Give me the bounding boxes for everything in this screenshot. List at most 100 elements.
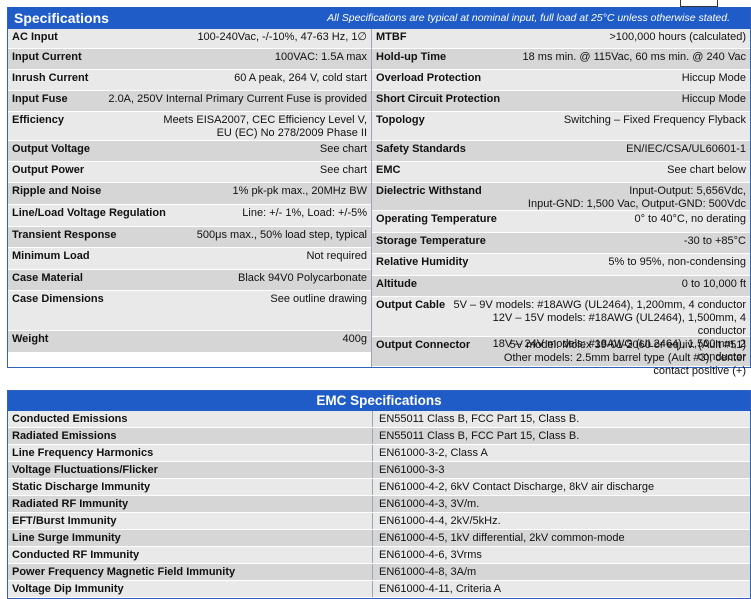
specifications-title: Specifications xyxy=(14,10,109,26)
emc-specifications-table: EMC Specifications Conducted Emissions EN… xyxy=(7,390,751,599)
emc-label: Conducted Emissions xyxy=(8,411,373,427)
spec-value: 1% pk-pk max., 20MHz BW xyxy=(232,185,368,197)
emc-value: EN61000-3-3 xyxy=(379,464,445,476)
spec-label: Storage Temperature xyxy=(376,235,486,247)
spec-row: Input Current 100VAC: 1.5A max xyxy=(8,49,372,70)
page-tab-notch xyxy=(680,0,718,7)
spec-label: Case Material xyxy=(12,272,83,284)
emc-label: Line Surge Immunity xyxy=(8,530,373,546)
spec-label: Line/Load Voltage Regulation xyxy=(12,207,166,219)
emc-label: Voltage Fluctuations/Flicker xyxy=(8,462,373,478)
emc-row: Radiated Emissions EN55011 Class B, FCC P… xyxy=(8,428,750,445)
emc-row: Radiated RF Immunity EN61000-4-3, 3V/m. xyxy=(8,496,750,513)
spec-label: Relative Humidity xyxy=(376,256,469,268)
specifications-left-column: AC Input 100-240Vac, -/-10%, 47-63 Hz, 1∅… xyxy=(8,29,373,367)
emc-value: EN61000-4-3, 3V/m. xyxy=(379,498,480,510)
spec-value: 5V model: Molex 39-01-2060 or equiv. (Au… xyxy=(503,339,746,377)
spec-value: 18 ms min. @ 115Vac, 60 ms min. @ 240 Va… xyxy=(522,51,746,63)
spec-label: Output Cable xyxy=(376,299,446,311)
spec-label: Transient Response xyxy=(12,229,117,241)
spec-row: Inrush Current 60 A peak, 264 V, cold sta… xyxy=(8,70,372,91)
spec-row: Operating Temperature 0° to 40°C, no dera… xyxy=(372,211,750,233)
spec-value: 400g xyxy=(342,333,368,345)
spec-value: 500μs max., 50% load step, typical xyxy=(196,229,368,241)
emc-row: Line Surge Immunity EN61000-4-5, 1kV diff… xyxy=(8,530,750,547)
emc-header: EMC Specifications xyxy=(8,391,750,411)
spec-value: Hiccup Mode xyxy=(681,72,746,84)
emc-label: Static Discharge Immunity xyxy=(8,479,373,495)
spec-row: Output Connector 5V model: Molex 39-01-20… xyxy=(372,337,750,377)
emc-label: Line Frequency Harmonics xyxy=(8,445,373,461)
spec-row: Overload Protection Hiccup Mode xyxy=(372,70,750,91)
spec-value: See chart below xyxy=(667,164,746,176)
emc-value: EN61000-4-11, Criteria A xyxy=(379,583,502,595)
specifications-grid: AC Input 100-240Vac, -/-10%, 47-63 Hz, 1∅… xyxy=(8,29,750,377)
spec-label: AC Input xyxy=(12,31,58,43)
emc-row: Voltage Dip Immunity EN61000-4-11, Criter… xyxy=(8,581,750,598)
emc-row: Conducted RF Immunity EN61000-4-6, 3Vrms xyxy=(8,547,750,564)
spec-label: Minimum Load xyxy=(12,250,90,262)
spec-value: See chart xyxy=(319,164,368,176)
spec-value: Input-Output: 5,656Vdc, Input-GND: 1,500… xyxy=(527,185,746,210)
spec-row: Safety Standards EN/IEC/CSA/UL60601-1 xyxy=(372,141,750,162)
spec-label: Altitude xyxy=(376,278,417,290)
specifications-header: Specifications All Specifications are ty… xyxy=(8,7,750,29)
emc-label: Conducted RF Immunity xyxy=(8,547,373,563)
spec-label: Safety Standards xyxy=(376,143,466,155)
spec-label: Ripple and Noise xyxy=(12,185,102,197)
spec-row: Minimum Load Not required xyxy=(8,248,372,270)
emc-label: Power Frequency Magnetic Field Immunity xyxy=(8,564,373,580)
emc-row: Static Discharge Immunity EN61000-4-2, 6k… xyxy=(8,479,750,496)
spec-value: 100-240Vac, -/-10%, 47-63 Hz, 1∅ xyxy=(197,31,368,43)
spec-value: See outline drawing xyxy=(270,293,368,305)
emc-value: EN61000-4-4, 2kV/5kHz. xyxy=(379,515,501,527)
spec-label: Inrush Current xyxy=(12,72,89,84)
emc-value: EN61000-3-2, Class A xyxy=(379,447,488,459)
spec-label: Overload Protection xyxy=(376,72,482,84)
spec-row: Weight 400g xyxy=(8,331,372,353)
specifications-table: Specifications All Specifications are ty… xyxy=(7,7,751,377)
spec-row: Output Power See chart xyxy=(8,162,372,183)
emc-label: EFT/Burst Immunity xyxy=(8,513,373,529)
emc-row: Voltage Fluctuations/Flicker EN61000-3-3 xyxy=(8,462,750,479)
emc-row: EFT/Burst Immunity EN61000-4-4, 2kV/5kHz. xyxy=(8,513,750,530)
emc-row: Conducted Emissions EN55011 Class B, FCC … xyxy=(8,411,750,428)
spec-label: EMC xyxy=(376,164,401,176)
spec-row: Ripple and Noise 1% pk-pk max., 20MHz BW xyxy=(8,183,372,205)
spec-row: Topology Switching – Fixed Frequency Flyb… xyxy=(372,112,750,141)
emc-label: Voltage Dip Immunity xyxy=(8,581,373,597)
spec-value: Line: +/- 1%, Load: +/-5% xyxy=(242,207,368,219)
spec-row: Altitude 0 to 10,000 ft xyxy=(372,276,750,297)
spec-value: >100,000 hours (calculated) xyxy=(609,31,746,43)
spec-row: Dielectric Withstand Input-Output: 5,656V… xyxy=(372,183,750,211)
spec-row: Transient Response 500μs max., 50% load s… xyxy=(8,227,372,248)
spec-value: 0 to 10,000 ft xyxy=(681,278,746,290)
emc-value: EN61000-4-2, 6kV Contact Discharge, 8kV … xyxy=(379,481,655,493)
spec-row: EMC See chart below xyxy=(372,162,750,183)
emc-rows: Conducted Emissions EN55011 Class B, FCC … xyxy=(8,411,750,598)
spec-label: Case Dimensions xyxy=(12,293,104,305)
spec-value: -30 to +85°C xyxy=(683,235,746,247)
spec-value: Hiccup Mode xyxy=(681,93,746,105)
spec-label: Weight xyxy=(12,333,49,345)
emc-value: EN55011 Class B, FCC Part 15, Class B. xyxy=(379,430,580,442)
spec-value: 2.0A, 250V Internal Primary Current Fuse… xyxy=(108,93,368,105)
spec-row: Efficiency Meets EISA2007, CEC Efficiency… xyxy=(8,112,372,141)
spec-row: Hold-up Time 18 ms min. @ 115Vac, 60 ms m… xyxy=(372,49,750,70)
spec-value: See chart xyxy=(319,143,368,155)
spec-row: Output Voltage See chart xyxy=(8,141,372,162)
spec-label: Output Voltage xyxy=(12,143,91,155)
emc-value: EN61000-4-5, 1kV differential, 2kV commo… xyxy=(379,532,625,544)
spec-value: 60 A peak, 264 V, cold start xyxy=(234,72,368,84)
specifications-note: All Specifications are typical at nomina… xyxy=(327,12,730,24)
spec-label: Hold-up Time xyxy=(376,51,447,63)
spec-row: Storage Temperature -30 to +85°C xyxy=(372,233,750,254)
spec-label: Output Connector xyxy=(376,339,471,351)
spec-label: Input Fuse xyxy=(12,93,68,105)
emc-label: Radiated Emissions xyxy=(8,428,373,444)
spec-label: Input Current xyxy=(12,51,82,63)
emc-value: EN61000-4-6, 3Vrms xyxy=(379,549,482,561)
emc-value: EN61000-4-8, 3A/m xyxy=(379,566,477,578)
spec-value: Not required xyxy=(306,250,368,262)
emc-value: EN55011 Class B, FCC Part 15, Class B. xyxy=(379,413,580,425)
